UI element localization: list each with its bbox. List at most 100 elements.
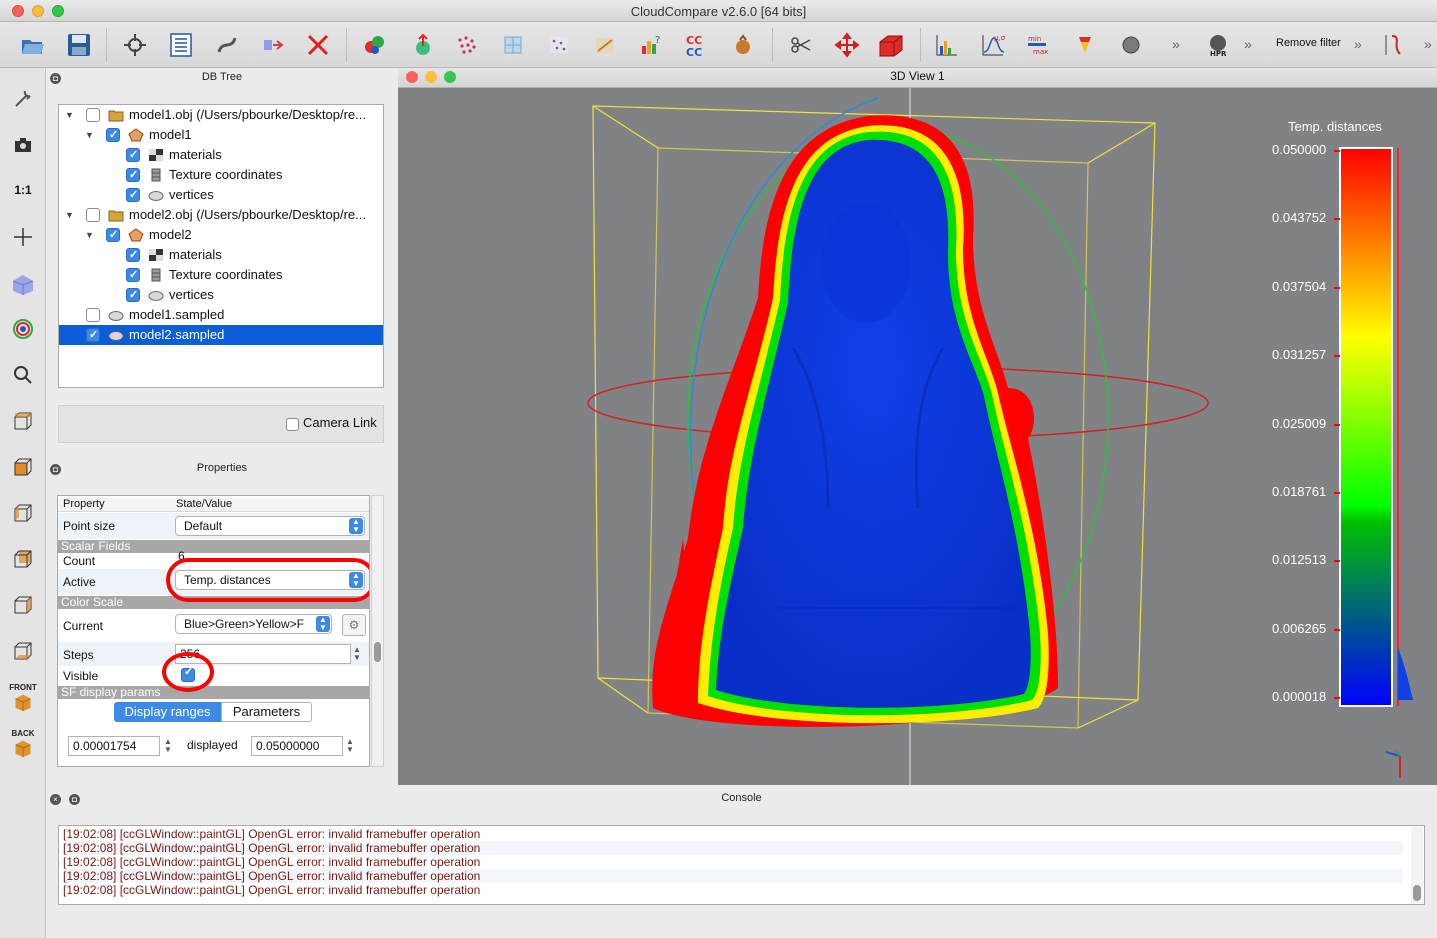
color-scale-editor-button[interactable]: ⚙	[342, 614, 366, 636]
view-iso-front-button[interactable]: FRONT	[8, 682, 38, 712]
expand-arrow-icon[interactable]: ▼	[65, 105, 74, 125]
viewport-button[interactable]	[8, 268, 38, 298]
cube-back-icon	[14, 550, 32, 568]
subsample-button[interactable]	[452, 30, 482, 60]
color-scale-button[interactable]	[1070, 30, 1100, 60]
floppy-icon	[68, 34, 90, 56]
tree-item-checkbox[interactable]	[86, 208, 100, 222]
tree-item[interactable]: Texture coordinates	[59, 165, 383, 185]
properties-column-headers: Property State/Value	[58, 498, 369, 512]
cube-front-icon	[14, 458, 32, 476]
point-picking-button[interactable]	[120, 30, 150, 60]
tree-item-checkbox[interactable]	[126, 145, 140, 165]
spin-arrows-icon[interactable]: ▲ ▼	[353, 646, 361, 662]
compare-button[interactable]: CC CC	[682, 30, 712, 60]
tab-display-ranges[interactable]: Display ranges	[114, 702, 221, 722]
remove-filter-button[interactable]: Remove filter	[1276, 37, 1341, 49]
tree-item[interactable]: materials	[59, 245, 383, 265]
tree-item-checkbox[interactable]	[126, 265, 140, 285]
save-button[interactable]	[64, 30, 94, 60]
view-back-button[interactable]	[8, 544, 38, 574]
tree-item-checkbox[interactable]	[126, 185, 140, 205]
tree-item[interactable]: materials	[59, 145, 383, 165]
tab-parameters[interactable]: Parameters	[221, 702, 312, 722]
point-size-combo[interactable]: Default ▲ ▼	[175, 516, 365, 536]
toolbar-overflow-4[interactable]: »	[1424, 36, 1432, 52]
tree-item-checkbox[interactable]	[126, 285, 140, 305]
tree-item[interactable]: ▼ model2	[59, 225, 383, 245]
histogram-button[interactable]	[932, 30, 962, 60]
zoom-1to1-button[interactable]: 1:1	[8, 175, 38, 205]
translate-rotate-button[interactable]	[832, 30, 862, 60]
cube-left-icon	[14, 504, 32, 522]
tree-item[interactable]: Texture coordinates	[59, 265, 383, 285]
sf-statistics-button[interactable]: ?	[636, 30, 666, 60]
properties-scroll-thumb[interactable]	[374, 642, 381, 662]
view-iso-back-button[interactable]: BACK	[8, 728, 38, 758]
registration-button[interactable]	[360, 30, 390, 60]
hpr-button[interactable]: HPR	[1203, 30, 1233, 60]
view-front-button[interactable]	[8, 452, 38, 482]
clone-button[interactable]	[212, 30, 242, 60]
mesh-button[interactable]	[498, 30, 528, 60]
cloud-mesh-dist-button[interactable]	[590, 30, 620, 60]
tree-item-checkbox[interactable]	[86, 308, 100, 322]
tree-item-label: materials	[169, 147, 222, 162]
toolbar-overflow-3[interactable]: »	[1354, 36, 1362, 52]
tree-item-checkbox[interactable]	[126, 165, 140, 185]
3d-view[interactable]: Temp. distances 0.050000 0.043752 0.037504…	[398, 88, 1437, 785]
scale-tick-mark	[1334, 423, 1340, 426]
merge-button[interactable]	[258, 30, 288, 60]
spin-arrows-icon[interactable]: ▲ ▼	[164, 738, 172, 754]
tree-item[interactable]: model2.sampled	[59, 325, 383, 345]
view-top-button[interactable]	[8, 406, 38, 436]
tree-item[interactable]: vertices	[59, 285, 383, 305]
sample-points-button[interactable]	[544, 30, 574, 60]
camera-link-checkbox[interactable]	[286, 418, 299, 431]
fit-distribution-button[interactable]: μ,σ	[978, 30, 1008, 60]
sphere-button[interactable]	[1116, 30, 1146, 60]
center-button[interactable]	[8, 222, 38, 252]
distance-icon	[596, 38, 614, 53]
delete-button[interactable]	[303, 30, 333, 60]
expand-arrow-icon[interactable]: ▼	[85, 225, 94, 245]
screenshot-button[interactable]	[8, 130, 38, 160]
tree-item-checkbox[interactable]	[106, 225, 120, 245]
tree-item[interactable]: model1.sampled	[59, 305, 383, 325]
section-button[interactable]	[876, 30, 906, 60]
toolbar-overflow-1[interactable]: »	[1172, 36, 1180, 52]
tree-item-checkbox[interactable]	[86, 108, 100, 122]
tree-item-checkbox[interactable]	[106, 125, 120, 145]
sf-range-button[interactable]: min max	[1022, 30, 1052, 60]
tree-item-label: model2	[149, 227, 192, 242]
view-left-button[interactable]	[8, 498, 38, 528]
console-scrollbar[interactable]	[1411, 827, 1423, 903]
perspective-button[interactable]	[8, 314, 38, 344]
console-line: [19:02:08] [ccGLWindow::paintGL] OpenGL …	[63, 855, 481, 869]
view-right-button[interactable]	[8, 590, 38, 620]
tree-item[interactable]: vertices	[59, 185, 383, 205]
color-scale-combo[interactable]: Blue>Green>Yellow>F ▲ ▼	[175, 614, 332, 634]
toolbar-overflow-2[interactable]: »	[1244, 36, 1252, 52]
scissors-button[interactable]	[786, 30, 816, 60]
console-scroll-thumb[interactable]	[1413, 885, 1421, 901]
segment-button[interactable]	[728, 30, 758, 60]
tree-item[interactable]: ▼ model1.obj (/Users/pbourke/Desktop/re..…	[59, 105, 383, 125]
tree-item-checkbox[interactable]	[126, 245, 140, 265]
range-max-spinbox[interactable]: 0.05000000	[251, 736, 343, 756]
tree-item[interactable]: ▼ model2.obj (/Users/pbourke/Desktop/re..…	[59, 205, 383, 225]
expand-arrow-icon[interactable]: ▼	[85, 125, 94, 145]
view-bottom-button[interactable]	[8, 636, 38, 666]
open-file-button[interactable]	[18, 30, 48, 60]
tree-item[interactable]: ▼ model1	[59, 125, 383, 145]
spin-arrows-icon[interactable]: ▲ ▼	[346, 738, 354, 754]
zoom-button[interactable]	[8, 360, 38, 390]
normals-button[interactable]	[406, 30, 436, 60]
expand-arrow-icon[interactable]: ▼	[65, 205, 74, 225]
range-min-spinbox[interactable]: 0.00001754	[68, 736, 160, 756]
properties-list-button[interactable]	[166, 30, 196, 60]
properties-scrollbar[interactable]	[371, 495, 384, 767]
pick-center-button[interactable]	[8, 84, 38, 114]
cursor-tool-button[interactable]	[1380, 30, 1410, 60]
tree-item-checkbox[interactable]	[86, 325, 100, 345]
